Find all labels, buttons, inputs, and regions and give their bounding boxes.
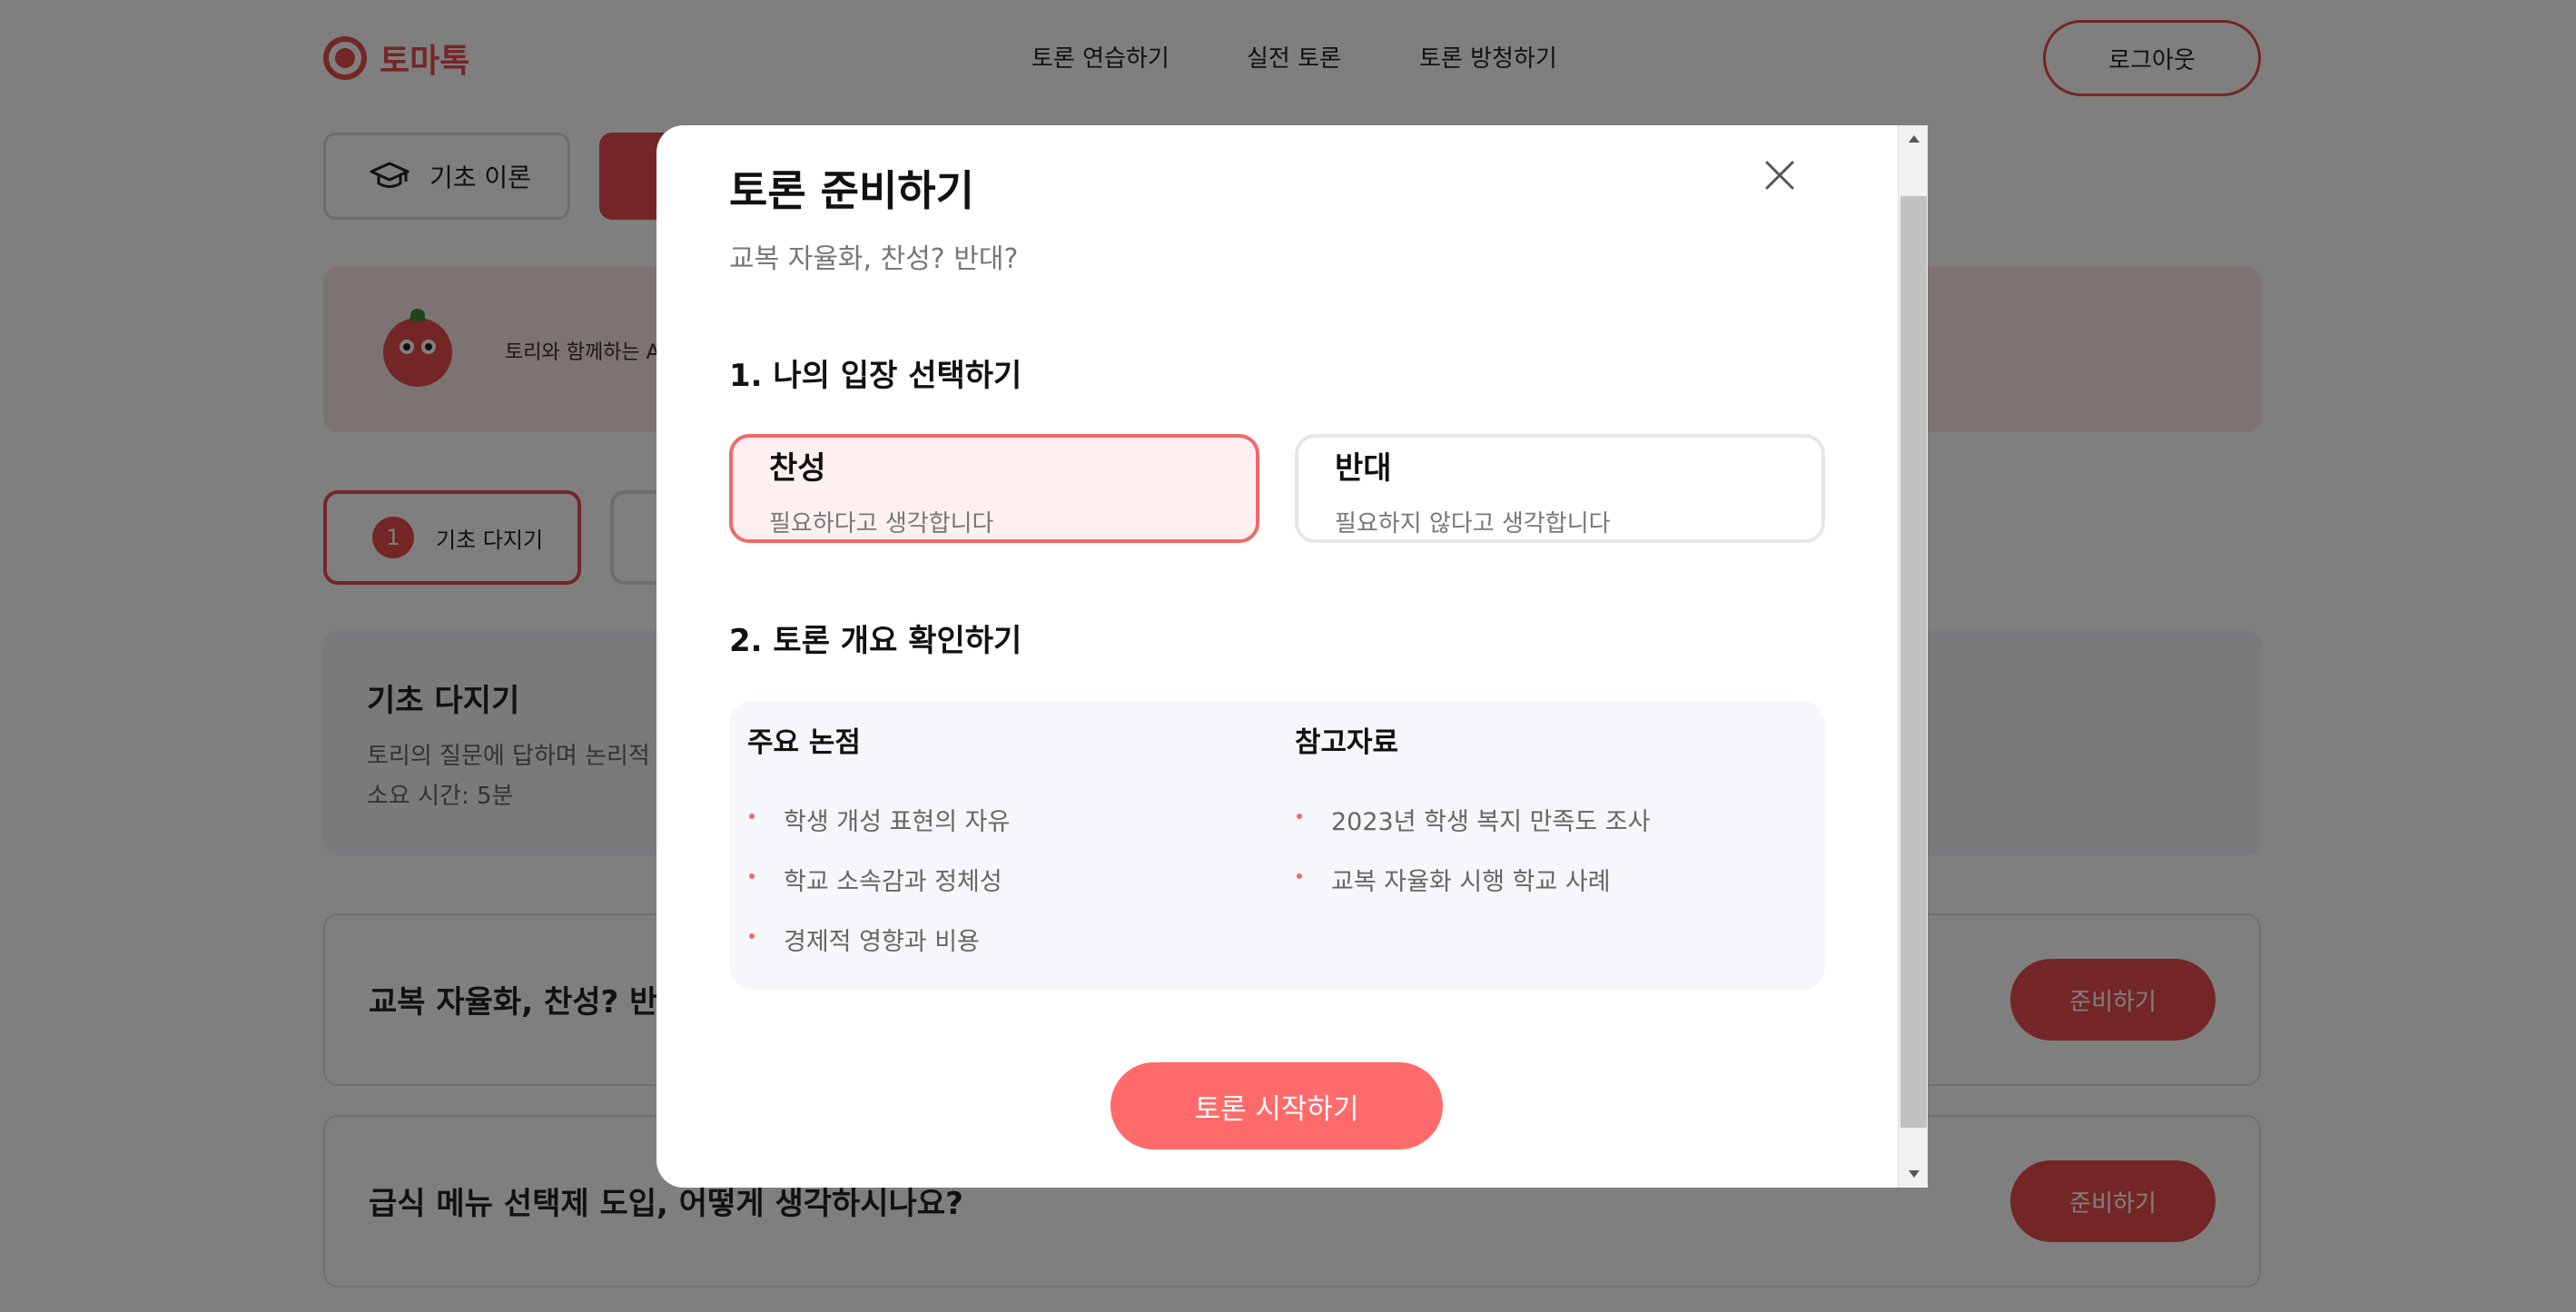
section-title-stance: 1. 나의 입장 선택하기: [729, 358, 1022, 394]
bullet-dot-icon: [1297, 873, 1302, 879]
list-item-text: 학생 개성 표현의 자유: [784, 808, 1011, 836]
stance-option-desc: 필요하다고 생각합니다: [769, 510, 994, 538]
close-icon: [1765, 161, 1794, 190]
list-item: 학교 소속감과 정체성: [747, 862, 1010, 922]
key-issues-list: 학생 개성 표현의 자유 학교 소속감과 정체성 경제적 영향과 비용: [747, 802, 1010, 982]
start-debate-button[interactable]: 토론 시작하기: [1110, 1062, 1443, 1149]
stance-option-desc: 필요하지 않다고 생각합니다: [1335, 510, 1611, 538]
key-issues-title: 주요 논점: [747, 726, 861, 759]
modal-subtitle: 교복 자율화, 찬성? 반대?: [729, 243, 1019, 275]
list-item: 학생 개성 표현의 자유: [747, 802, 1010, 862]
references-column: 참고자료 2023년 학생 복지 만족도 조사 교복 자율화 시행 학교 사례: [1295, 719, 1650, 922]
key-issues-column: 주요 논점 학생 개성 표현의 자유 학교 소속감과 정체성 경제적 영향과 비…: [747, 719, 1010, 982]
scroll-down-arrow-icon[interactable]: [1899, 1160, 1929, 1188]
scroll-up-arrow-icon[interactable]: [1899, 125, 1929, 153]
section-title-overview: 2. 토론 개요 확인하기: [729, 623, 1022, 659]
list-item-text: 경제적 영향과 비용: [784, 928, 980, 956]
bullet-dot-icon: [1297, 814, 1302, 819]
list-item: 교복 자율화 시행 학교 사례: [1295, 862, 1650, 922]
stance-option-label: 찬성: [769, 450, 826, 487]
stance-option-pro[interactable]: 찬성 필요하다고 생각합니다: [729, 434, 1259, 543]
scrollbar-thumb[interactable]: [1900, 196, 1927, 1128]
bullet-dot-icon: [749, 873, 755, 879]
bullet-dot-icon: [749, 814, 755, 819]
stance-option-label: 반대: [1335, 450, 1392, 487]
modal-scrollbar[interactable]: [1898, 125, 1928, 1188]
list-item-text: 2023년 학생 복지 만족도 조사: [1331, 808, 1651, 836]
list-item-text: 학교 소속감과 정체성: [784, 868, 1002, 896]
references-title: 참고자료: [1295, 726, 1399, 759]
references-list: 2023년 학생 복지 만족도 조사 교복 자율화 시행 학교 사례: [1295, 802, 1650, 922]
close-button[interactable]: [1755, 151, 1804, 200]
bullet-dot-icon: [749, 933, 755, 939]
modal-title: 토론 준비하기: [729, 166, 974, 215]
debate-prep-modal: 토론 준비하기 교복 자율화, 찬성? 반대? 1. 나의 입장 선택하기 찬성…: [656, 125, 1928, 1188]
triangle-down-icon: [1908, 1170, 1920, 1178]
list-item: 2023년 학생 복지 만족도 조사: [1295, 802, 1650, 862]
overview-panel: 주요 논점 학생 개성 표현의 자유 학교 소속감과 정체성 경제적 영향과 비…: [729, 701, 1825, 990]
list-item-text: 교복 자율화 시행 학교 사례: [1331, 868, 1611, 896]
triangle-up-icon: [1908, 135, 1920, 143]
list-item: 경제적 영향과 비용: [747, 922, 1010, 982]
stance-option-con[interactable]: 반대 필요하지 않다고 생각합니다: [1295, 434, 1825, 543]
